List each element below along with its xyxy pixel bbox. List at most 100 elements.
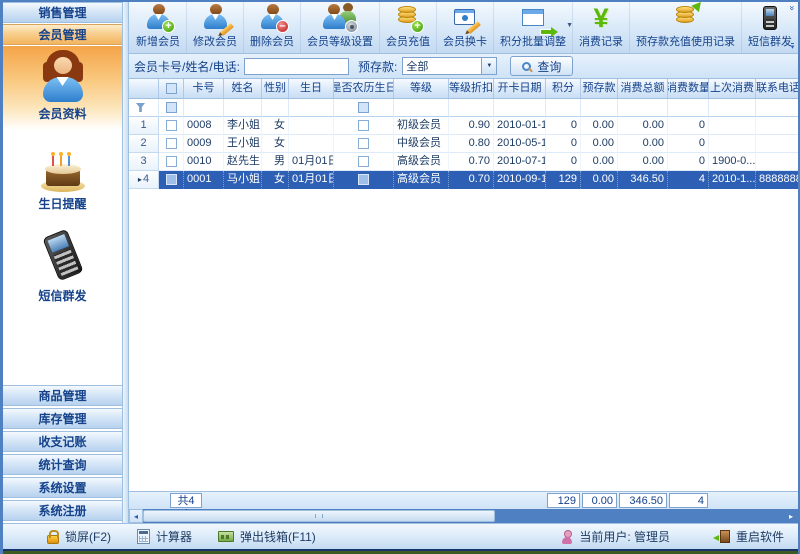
grid-cell-discount (449, 99, 494, 117)
chevron-down-icon[interactable]: ▼ (566, 22, 573, 29)
grid-cell-prepaid: 0.00 (581, 135, 618, 153)
sidebar-item-member-avatar[interactable]: 会员资料 (3, 46, 122, 130)
toolbar-button-label: 删除会员 (250, 33, 294, 49)
row-checkbox[interactable] (166, 156, 177, 167)
horizontal-scrollbar[interactable]: ◂ ▸ (129, 509, 798, 523)
toolbar-button-points-batch-adjust[interactable]: ▼积分批量调整 (494, 2, 573, 53)
toolbar-button-prepaid-records[interactable]: 预存款充值使用记录 (630, 2, 742, 53)
scrollbar-track[interactable] (143, 509, 784, 523)
grid-cell-phone (756, 117, 798, 135)
toolbar: +新增会员修改会员–删除会员会员等级设置+会员充值会员换卡▼积分批量调整¥消费记… (129, 2, 798, 54)
toolbar-button-member-recharge[interactable]: +会员充值 (380, 2, 437, 53)
sidebar-item-label: 生日提醒 (38, 195, 86, 212)
grid-cell-total (618, 99, 668, 117)
change-card-icon (443, 4, 487, 32)
status-item-cash-drawer[interactable]: 弹出钱箱(F11) (218, 528, 316, 545)
keyword-input[interactable] (244, 58, 349, 75)
grid-cell-last: 1900-0... (709, 153, 756, 171)
lunar-checkbox[interactable] (358, 174, 369, 185)
summary-qty: 4 (669, 493, 708, 508)
member-row-0010[interactable]: 30010赵先生男01月01日高级会员0.702010-07-1100.000.… (129, 153, 798, 171)
chevron-down-icon[interactable]: ▼ (481, 58, 496, 74)
member-row-0009[interactable]: 20009王小姐女中级会员0.802010-05-1500.000.000 (129, 135, 798, 153)
grid-cell-card: 0001 (184, 171, 224, 189)
grid-cell-total: 346.50 (618, 171, 668, 189)
grid-cell-discount: 等级折扣 (449, 79, 494, 98)
prepaid-select-value: 全部 (403, 58, 481, 74)
grid-cell-total: 消费总额 (618, 79, 668, 98)
toolbar-button-add-member[interactable]: +新增会员 (130, 2, 187, 53)
main-area: +新增会员修改会员–删除会员会员等级设置+会员充值会员换卡▼积分批量调整¥消费记… (129, 2, 798, 523)
grid-cell-total: 0.00 (618, 135, 668, 153)
sidebar-item-mobile-phone[interactable]: 短信群发 (3, 228, 122, 304)
status-item-lock[interactable]: 锁屏(F2) (47, 528, 111, 545)
grid-cell-check (159, 135, 184, 153)
sidebar-tab-库存管理[interactable]: 库存管理 (3, 408, 122, 429)
toolbar-button-label: 会员充值 (386, 33, 430, 49)
toolbar-overflow-icon[interactable]: »▾ (788, 4, 797, 51)
grid-cell-discount: 0.70 (449, 153, 494, 171)
status-item-calculator[interactable]: 计算器 (137, 528, 192, 545)
grid-filter-row[interactable] (129, 99, 798, 117)
toolbar-button-change-card[interactable]: 会员换卡 (437, 2, 494, 53)
grid-empty-area (129, 189, 798, 491)
grid-cell-birthday: 生日 (289, 79, 334, 98)
grid-cell-last: 2010-1... (709, 171, 756, 189)
sidebar-splitter[interactable] (122, 2, 129, 523)
grid-cell-opendate: 2010-01-11 (494, 117, 546, 135)
grid-cell-total: 0.00 (618, 153, 668, 171)
filter-checkbox[interactable] (166, 102, 177, 113)
grid-cell-opendate: 开卡日期 (494, 79, 546, 98)
row-checkbox[interactable] (166, 138, 177, 149)
sidebar-tab-收支记账[interactable]: 收支记账 (3, 431, 122, 452)
sidebar-tab-统计查询[interactable]: 统计查询 (3, 454, 122, 475)
toolbar-button-delete-member[interactable]: –删除会员 (244, 2, 301, 53)
grid-cell-card: 卡号 (184, 79, 224, 98)
sidebar-tab-商品管理[interactable]: 商品管理 (3, 385, 122, 406)
filter-lunar-checkbox[interactable] (358, 102, 369, 113)
select-all-checkbox[interactable] (166, 83, 177, 94)
grid-cell-rownum (129, 99, 159, 117)
member-level-settings-icon (307, 2, 373, 32)
grid-cell-points: 0 (546, 153, 581, 171)
prepaid-select[interactable]: 全部 ▼ (402, 57, 497, 75)
sidebar-tab-系统注册[interactable]: 系统注册 (3, 500, 122, 521)
toolbar-button-member-level-settings[interactable]: 会员等级设置 (301, 2, 380, 53)
sidebar-top-tabs: 销售管理会员管理 (3, 2, 122, 46)
sidebar-item-birthday-cake[interactable]: 生日提醒 (3, 146, 122, 212)
app-window: 销售管理会员管理 会员资料生日提醒短信群发 商品管理库存管理收支记账统计查询系统… (0, 0, 800, 554)
status-item-label: 锁屏(F2) (65, 528, 111, 545)
toolbar-button-edit-member[interactable]: 修改会员 (187, 2, 244, 53)
grid-cell-prepaid: 预存款 (581, 79, 618, 98)
lunar-checkbox[interactable] (358, 138, 369, 149)
member-grid: 卡号姓名性别生日是否农历生日等级等级折扣开卡日期积分预存款消费总额消费数量上次消… (129, 79, 798, 491)
sidebar-tab-sales[interactable]: 销售管理 (3, 2, 122, 23)
status-item-current-user[interactable]: 当前用户: 管理员 (561, 528, 670, 545)
sidebar-tab-系统设置[interactable]: 系统设置 (3, 477, 122, 498)
grid-cell-check (159, 117, 184, 135)
grid-cell-gender (262, 99, 289, 117)
edit-member-icon (193, 2, 237, 32)
row-checkbox[interactable] (166, 120, 177, 131)
scroll-right-arrow-icon[interactable]: ▸ (784, 509, 798, 523)
toolbar-button-consumption-records[interactable]: ¥消费记录 (573, 2, 630, 53)
query-button[interactable]: 查询 (510, 56, 573, 76)
lunar-checkbox[interactable] (358, 156, 369, 167)
scrollbar-thumb[interactable] (143, 510, 495, 522)
grid-cell-gender: 女 (262, 135, 289, 153)
grid-cell-gender: 女 (262, 117, 289, 135)
grid-cell-gender: 性别 (262, 79, 289, 98)
member-row-0001[interactable]: ▸40001马小姐女01月01日高级会员0.702010-09-181290.0… (129, 171, 798, 189)
lunar-checkbox[interactable] (358, 120, 369, 131)
scroll-left-arrow-icon[interactable]: ◂ (129, 509, 143, 523)
sidebar-tab-members[interactable]: 会员管理 (3, 24, 122, 45)
status-item-restart[interactable]: 重启软件 (714, 528, 784, 545)
toolbar-button-label: 短信群发 (748, 33, 792, 49)
grid-cell-opendate: 2010-05-15 (494, 135, 546, 153)
member-row-0008[interactable]: 10008李小姐女初级会员0.902010-01-1100.000.000 (129, 117, 798, 135)
filter-icon (136, 103, 145, 112)
grid-cell-level (394, 99, 449, 117)
member-avatar-icon (38, 50, 88, 102)
grid-cell-points: 0 (546, 135, 581, 153)
row-checkbox[interactable] (166, 174, 177, 185)
